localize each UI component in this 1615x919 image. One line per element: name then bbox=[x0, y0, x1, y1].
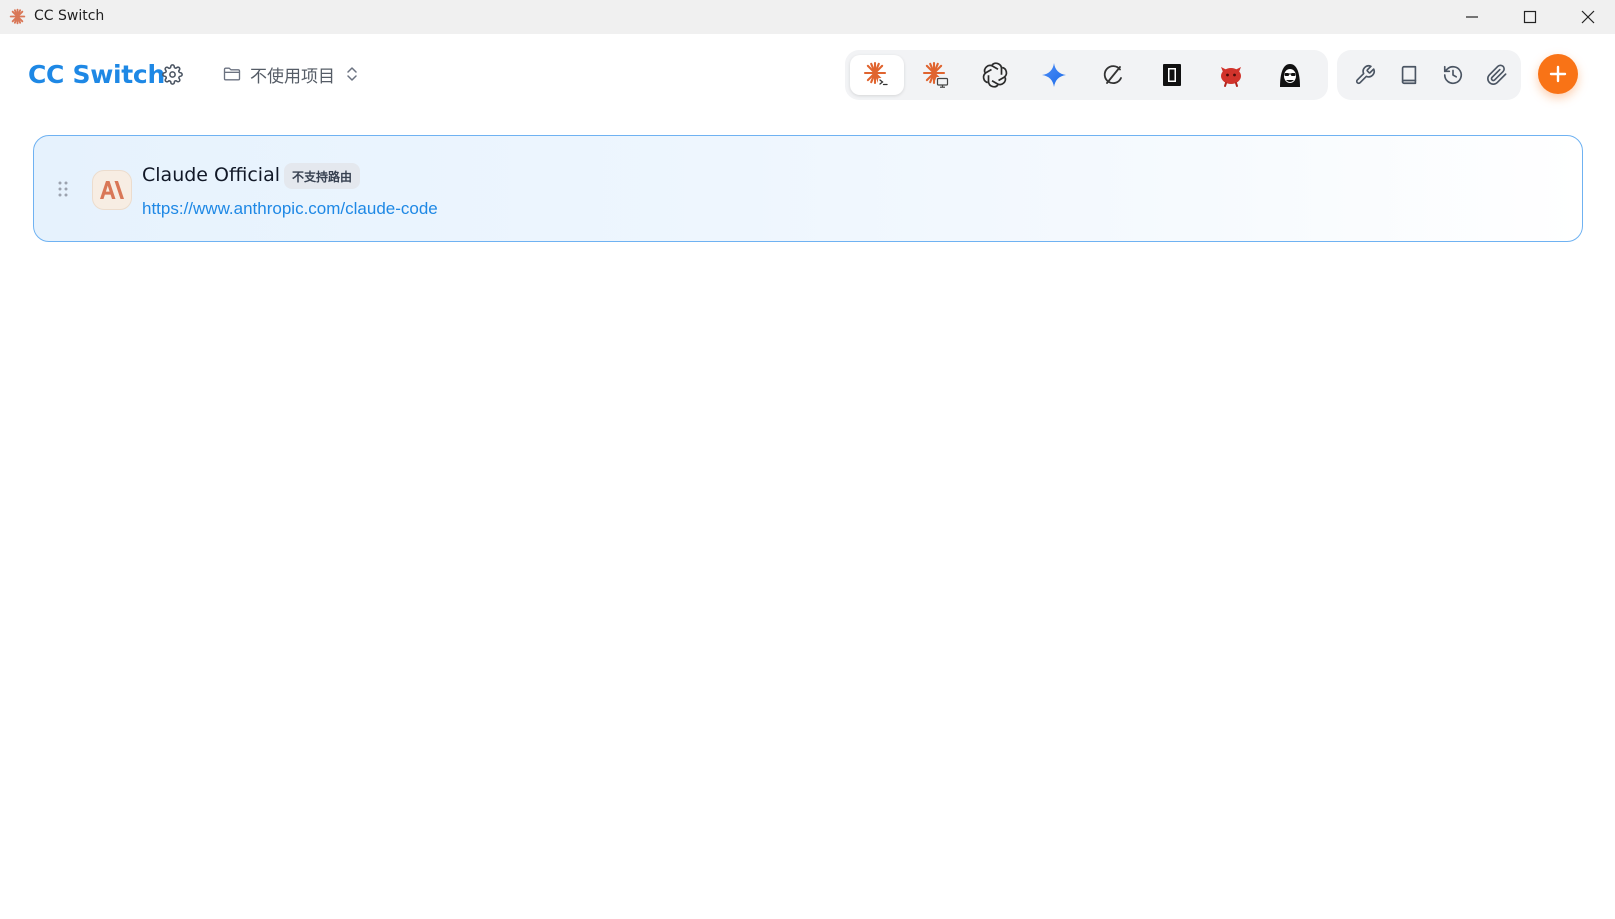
drag-handle-icon[interactable] bbox=[56, 180, 70, 198]
gemini-icon bbox=[1042, 63, 1066, 87]
chevron-up-down-icon bbox=[347, 67, 357, 81]
tools-button[interactable] bbox=[1345, 55, 1385, 95]
tab-kiro[interactable] bbox=[1145, 55, 1199, 95]
utility-toolbar bbox=[1337, 50, 1521, 100]
hacker-mascot-icon bbox=[1280, 64, 1300, 87]
red-mascot-icon bbox=[1221, 67, 1241, 87]
window-title: CC Switch bbox=[34, 8, 105, 24]
provider-card[interactable]: Claude Official 不支持路由 https://www.anthro… bbox=[33, 135, 1583, 242]
tab-openai-codex[interactable] bbox=[968, 55, 1022, 95]
tab-gemini[interactable] bbox=[1027, 55, 1081, 95]
gear-icon bbox=[161, 63, 183, 85]
brand-title: CC Switch bbox=[28, 60, 165, 89]
minimize-button[interactable] bbox=[1443, 0, 1501, 34]
app-logo-icon bbox=[9, 8, 26, 25]
claude-desktop-icon bbox=[922, 61, 949, 88]
provider-name: Claude Official bbox=[142, 164, 280, 186]
tab-hacker-mascot[interactable] bbox=[1263, 55, 1317, 95]
tab-red-mascot[interactable] bbox=[1204, 55, 1258, 95]
provider-badge: 不支持路由 bbox=[284, 163, 361, 189]
attachments-button[interactable] bbox=[1477, 55, 1517, 95]
tab-claude-code[interactable] bbox=[850, 55, 904, 95]
window-titlebar: CC Switch bbox=[0, 0, 1615, 34]
history-button[interactable] bbox=[1433, 55, 1473, 95]
plus-icon bbox=[1549, 65, 1567, 83]
provider-url-link[interactable]: https://www.anthropic.com/claude-code bbox=[142, 199, 438, 219]
book-icon bbox=[1401, 65, 1417, 85]
paperclip-icon bbox=[1487, 64, 1507, 85]
tab-opencode[interactable] bbox=[1086, 55, 1140, 95]
minimize-icon bbox=[1466, 16, 1478, 18]
app-switcher bbox=[845, 50, 1328, 100]
docs-button[interactable] bbox=[1389, 55, 1429, 95]
tab-claude-desktop[interactable] bbox=[909, 55, 963, 95]
maximize-button[interactable] bbox=[1501, 0, 1559, 34]
add-provider-button[interactable] bbox=[1538, 54, 1578, 94]
provider-logo bbox=[92, 170, 132, 210]
close-button[interactable] bbox=[1559, 0, 1615, 34]
openai-codex-icon bbox=[982, 62, 1008, 88]
project-selector[interactable]: 不使用项目 bbox=[222, 60, 359, 88]
maximize-icon bbox=[1523, 10, 1537, 24]
project-label: 不使用项目 bbox=[250, 66, 335, 87]
folder-icon bbox=[223, 67, 241, 81]
claude-code-icon bbox=[863, 61, 889, 87]
anthropic-logo-icon bbox=[100, 181, 124, 199]
opencode-icon bbox=[1103, 65, 1122, 84]
wrench-icon bbox=[1355, 65, 1375, 85]
close-icon bbox=[1581, 10, 1595, 24]
history-icon bbox=[1443, 65, 1463, 85]
settings-button[interactable] bbox=[161, 63, 183, 85]
app-header: CC Switch 不使用项目 bbox=[0, 34, 1615, 124]
kiro-icon bbox=[1163, 64, 1181, 86]
